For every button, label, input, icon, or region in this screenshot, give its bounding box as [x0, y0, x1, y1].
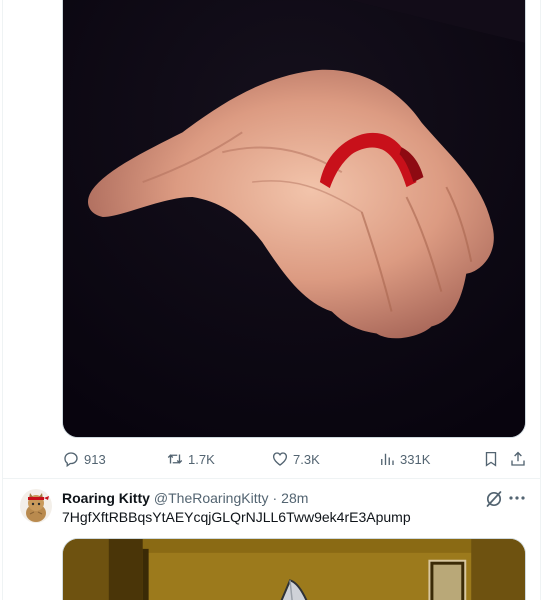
- tweet-media-image[interactable]: [62, 538, 526, 600]
- like-button[interactable]: 7.3K: [271, 446, 320, 472]
- tweet-header: Roaring Kitty @TheRoaringKitty · 28m: [62, 489, 308, 507]
- grok-icon: [486, 491, 502, 507]
- display-name[interactable]: Roaring Kitty: [62, 490, 150, 506]
- reply-button[interactable]: 913: [62, 446, 106, 472]
- avatar[interactable]: [20, 489, 52, 523]
- reply-icon: [64, 452, 78, 468]
- cat-avatar-icon: [20, 489, 52, 523]
- bar-chart-icon: [381, 453, 394, 465]
- bookmark-icon: [485, 451, 497, 467]
- bookmark-button[interactable]: [482, 446, 500, 472]
- separator-dot: ·: [272, 490, 278, 506]
- tweet[interactable]: Roaring Kitty @TheRoaringKitty · 28m 7Hg…: [3, 479, 540, 600]
- views-button[interactable]: 331K: [378, 446, 430, 472]
- gold-room-image: [63, 539, 525, 600]
- view-count: 331K: [400, 451, 431, 467]
- tweet-media-image[interactable]: [62, 0, 526, 438]
- timestamp[interactable]: 28m: [281, 490, 308, 506]
- repost-icon: [167, 454, 183, 464]
- hand-with-red-ribbon-image: [63, 0, 525, 437]
- repost-button[interactable]: 1.7K: [166, 446, 215, 472]
- like-count: 7.3K: [293, 451, 320, 467]
- reply-count: 913: [84, 451, 106, 467]
- grok-button[interactable]: [484, 489, 504, 509]
- share-icon: [511, 451, 525, 466]
- heart-icon: [272, 452, 288, 466]
- timeline: 913 1.7K 7.3K 331K Roaring Kitty @TheRoa…: [0, 0, 560, 600]
- more-horizontal-icon: [509, 496, 525, 500]
- user-handle[interactable]: @TheRoaringKitty: [154, 490, 269, 506]
- tweet-action-bar: 913 1.7K 7.3K 331K: [62, 446, 528, 472]
- tweet-text: 7HgfXftRBBqsYtAEYcqjGLQrNJLL6Tww9ek4rE3A…: [62, 509, 411, 525]
- share-button[interactable]: [509, 446, 527, 472]
- more-options-button[interactable]: [507, 488, 527, 508]
- repost-count: 1.7K: [188, 451, 215, 467]
- column-border-right: [540, 0, 541, 600]
